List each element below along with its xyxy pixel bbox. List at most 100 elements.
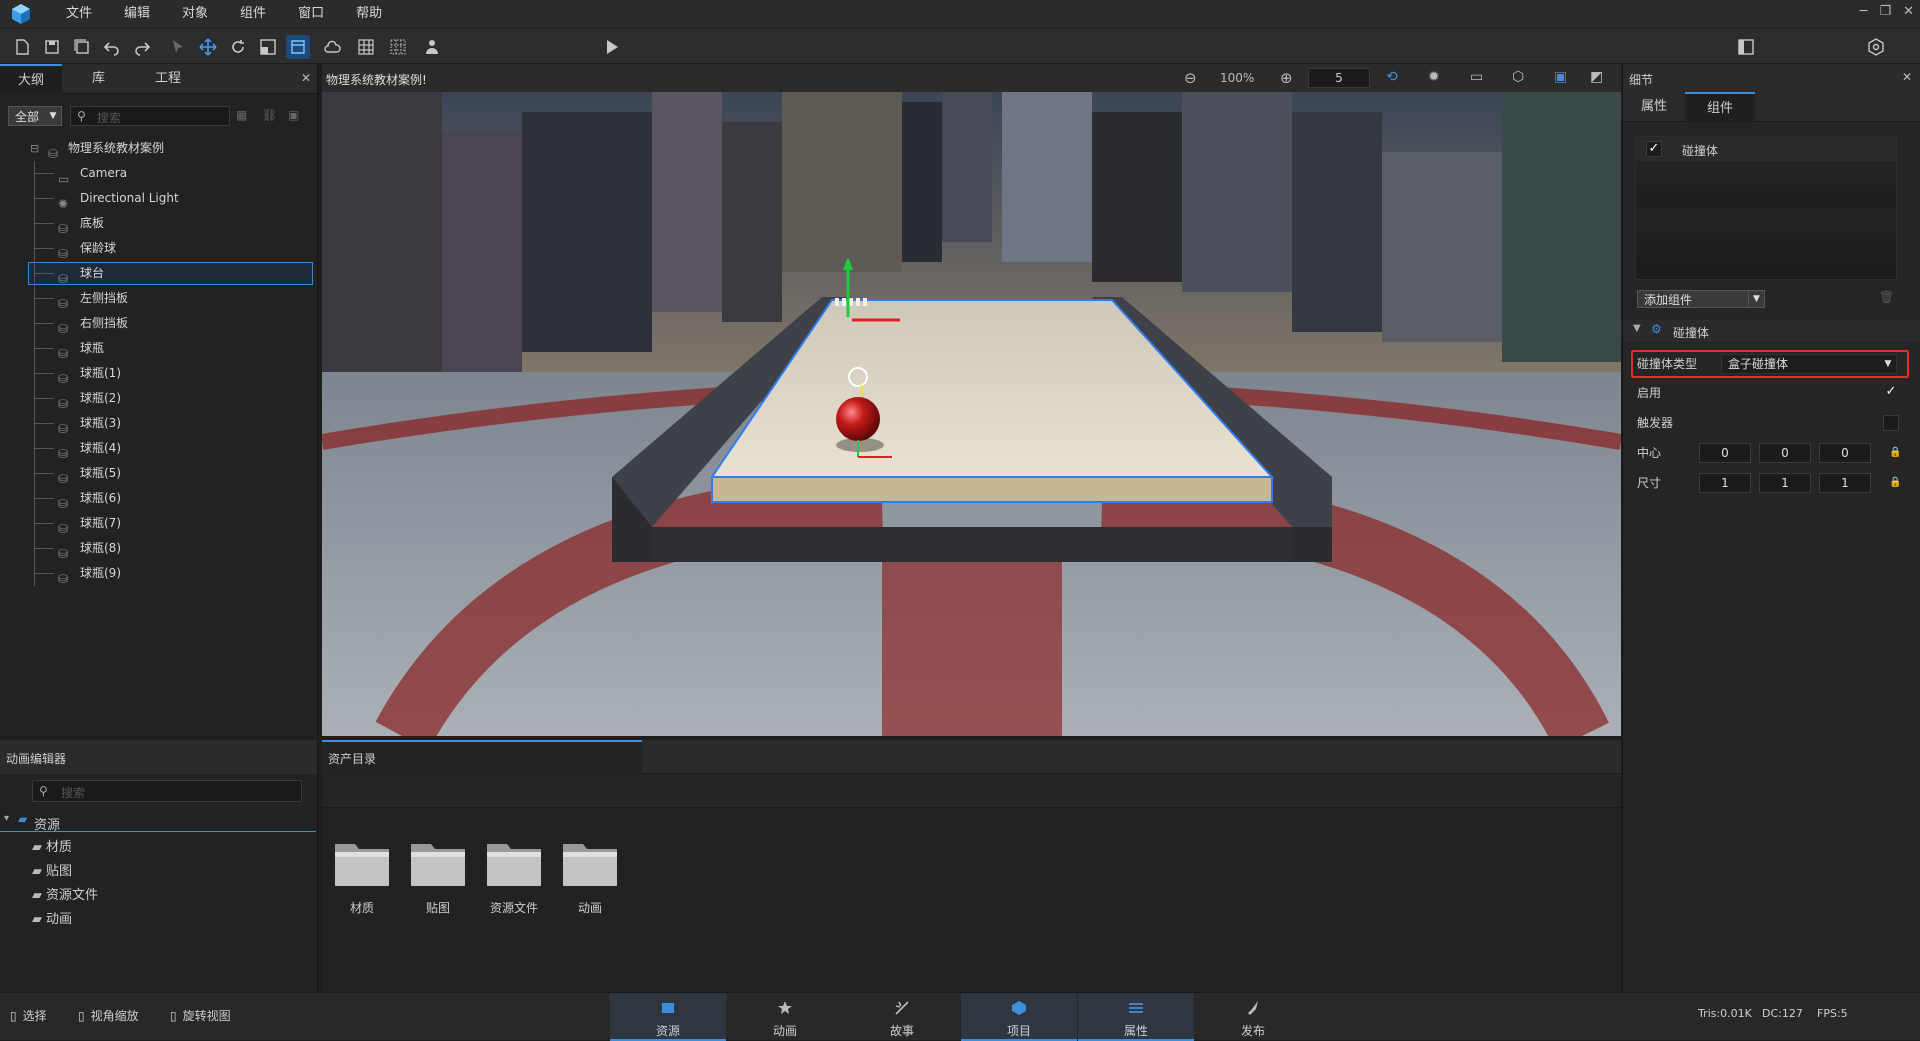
character-icon[interactable] — [420, 35, 444, 59]
center-z-field[interactable]: 0 — [1819, 443, 1871, 463]
tab-project[interactable]: 工程 — [135, 64, 201, 94]
camera-icon[interactable]: ▭ — [1470, 69, 1483, 85]
outline-filter-select[interactable]: 全部 ▼ — [8, 106, 62, 126]
menu-window[interactable]: 窗口 — [282, 0, 340, 28]
size-y-field[interactable]: 1 — [1759, 473, 1811, 493]
tree-item[interactable]: ✺ Directional Light — [0, 186, 318, 211]
center-x-field[interactable]: 0 — [1699, 443, 1751, 463]
restore-icon[interactable]: ❐ — [1879, 4, 1891, 19]
tree-item[interactable]: ▭ Camera — [0, 161, 318, 186]
asset-tree-item[interactable]: ▰ 材质 — [32, 836, 72, 858]
settings-icon[interactable] — [1864, 35, 1888, 59]
menu-help[interactable]: 帮助 — [340, 0, 398, 28]
close-panel-icon[interactable]: ✕ — [301, 71, 311, 85]
scene-view[interactable] — [322, 92, 1621, 736]
tree-item[interactable]: ⛁ 保龄球 — [0, 236, 318, 261]
center-y-field[interactable]: 0 — [1759, 443, 1811, 463]
filter-icon[interactable]: ▦ — [236, 108, 247, 122]
trash-icon[interactable]: 🗑 — [1879, 290, 1894, 304]
snap-grid-icon[interactable] — [386, 35, 410, 59]
menu-edit[interactable]: 编辑 — [108, 0, 166, 28]
tree-item[interactable]: ⛁ 左侧挡板 — [0, 286, 318, 311]
save-icon[interactable] — [40, 35, 64, 59]
tab-library[interactable]: 库 — [62, 64, 135, 94]
minimize-icon[interactable]: ─ — [1860, 4, 1868, 19]
asset-folder[interactable]: 资源文件 — [484, 836, 544, 916]
tree-item[interactable]: ⛁ 球瓶(9) — [0, 561, 318, 586]
nav-animation[interactable]: 动画 — [727, 993, 843, 1041]
tree-item[interactable]: ⛁ 球瓶(3) — [0, 411, 318, 436]
undo-icon[interactable] — [100, 35, 124, 59]
close-panel-icon[interactable]: ✕ — [1902, 70, 1912, 84]
new-file-icon[interactable] — [10, 35, 34, 59]
grid-size-field[interactable]: 5 — [1308, 68, 1370, 88]
tab-components[interactable]: 组件 — [1685, 92, 1756, 122]
nav-properties[interactable]: 属性 — [1078, 993, 1194, 1041]
tree-item[interactable]: ⛁ 右侧挡板 — [0, 311, 318, 336]
asset-tree-item[interactable]: ▰ 资源文件 — [32, 884, 98, 906]
asset-folder[interactable]: 贴图 — [408, 836, 468, 916]
rotate-tool-icon[interactable] — [226, 35, 250, 59]
link-icon[interactable]: ⛓ — [262, 108, 277, 122]
close-window-icon[interactable]: ✕ — [1903, 4, 1914, 19]
list-item[interactable]: ✓ 碰撞体 — [1636, 137, 1896, 161]
size-x-field[interactable]: 1 — [1699, 473, 1751, 493]
menu-component[interactable]: 组件 — [224, 0, 282, 28]
anim-search-field[interactable]: ⚲ 搜索 — [32, 780, 302, 802]
asset-tree-item[interactable]: ▰ 动画 — [32, 908, 72, 930]
layout-icon[interactable] — [1734, 35, 1758, 59]
tree-item[interactable]: ⛁ 球台 — [0, 261, 318, 286]
nav-project[interactable]: 项目 — [961, 993, 1077, 1041]
collider-type-select[interactable]: 盒子碰撞体 ▼ — [1721, 354, 1897, 374]
nav-story[interactable]: 故事 — [844, 993, 960, 1041]
outline-search-field[interactable]: ⚲ 搜索 — [70, 106, 230, 126]
asset-folder[interactable]: 动画 — [560, 836, 620, 916]
zoom-out-icon[interactable]: ⊖ — [1184, 69, 1197, 87]
tree-item[interactable]: ⛁ 球瓶(5) — [0, 461, 318, 486]
collider-section-header[interactable]: ▼ ⚙ 碰撞体 — [1623, 320, 1920, 342]
component-enabled-checkbox[interactable]: ✓ — [1646, 141, 1662, 157]
cube-icon[interactable]: ⬡ — [1512, 69, 1524, 85]
cloud-icon[interactable] — [320, 35, 344, 59]
asset-tree-root[interactable]: ▾ ▰ 资源 — [0, 810, 316, 833]
play-icon[interactable] — [600, 35, 624, 59]
tree-item[interactable]: ⛁ 球瓶(2) — [0, 386, 318, 411]
tree-item[interactable]: ⛁ 球瓶(1) — [0, 361, 318, 386]
add-component-select[interactable]: 添加组件 ▼ — [1637, 290, 1765, 308]
tab-properties[interactable]: 属性 — [1623, 92, 1685, 122]
select-tool-icon[interactable] — [166, 35, 190, 59]
light-icon[interactable]: ✹ — [1428, 69, 1440, 85]
tab-outline[interactable]: 大纲 — [0, 64, 63, 94]
tree-item[interactable]: ⛁ 球瓶(8) — [0, 536, 318, 561]
enable-checkbox[interactable]: ✓ — [1883, 385, 1899, 401]
rect-tool-icon[interactable] — [286, 35, 310, 59]
trigger-checkbox[interactable] — [1883, 415, 1899, 431]
tab-asset-directory[interactable]: 资产目录 — [322, 740, 642, 774]
collapse-icon[interactable]: ▣ — [288, 108, 299, 122]
gizmo-toggle-icon[interactable]: ⟲ — [1386, 69, 1398, 85]
asset-tree-item[interactable]: ▰ 贴图 — [32, 860, 72, 882]
save-all-icon[interactable] — [70, 35, 94, 59]
tree-item[interactable]: ⛁ 底板 — [0, 211, 318, 236]
lock-icon[interactable]: 🔒 — [1889, 440, 1901, 466]
redo-icon[interactable] — [130, 35, 154, 59]
tree-root[interactable]: ⊟ ⛁ 物理系统教材案例 — [0, 136, 318, 161]
menu-file[interactable]: 文件 — [50, 0, 108, 28]
asset-folder[interactable]: 材质 — [332, 836, 392, 916]
perspective-icon[interactable]: ▣ — [1554, 69, 1567, 85]
tree-item[interactable]: ⛁ 球瓶(7) — [0, 511, 318, 536]
move-tool-icon[interactable] — [196, 35, 220, 59]
nav-assets[interactable]: 资源 — [610, 993, 726, 1041]
grid-icon[interactable] — [354, 35, 378, 59]
scale-tool-icon[interactable] — [256, 35, 280, 59]
zoom-in-icon[interactable]: ⊕ — [1280, 69, 1293, 87]
lock-icon[interactable]: 🔒 — [1889, 470, 1901, 496]
tree-item[interactable]: ⛁ 球瓶(6) — [0, 486, 318, 511]
nav-publish[interactable]: 发布 — [1195, 993, 1311, 1041]
size-z-field[interactable]: 1 — [1819, 473, 1871, 493]
stats-icon[interactable]: ◩ — [1590, 69, 1603, 85]
tree-item[interactable]: ⛁ 球瓶 — [0, 336, 318, 361]
menu-object[interactable]: 对象 — [166, 0, 224, 28]
tree-item[interactable]: ⛁ 球瓶(4) — [0, 436, 318, 461]
collapse-toggle-icon[interactable]: ⊟ — [30, 136, 39, 161]
